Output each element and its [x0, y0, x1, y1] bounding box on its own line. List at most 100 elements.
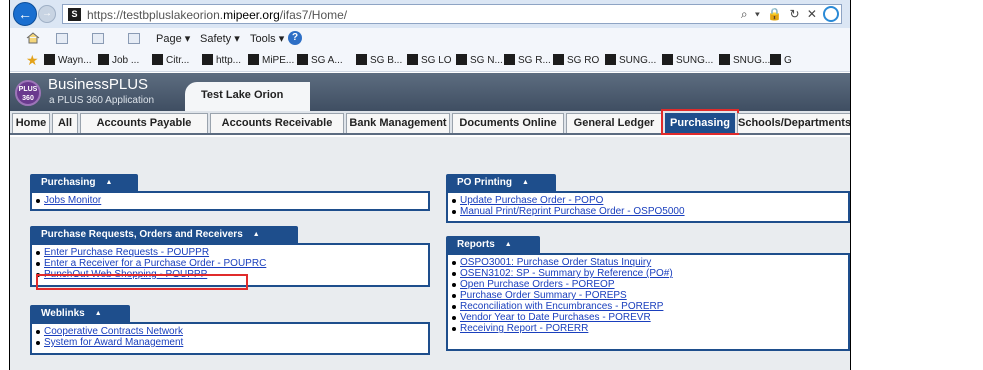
link-label: Enter a Receiver for a Purchase Order - …: [44, 258, 267, 269]
favorite-label: SG LO: [421, 55, 452, 66]
favorite-item[interactable]: SG R...: [504, 54, 551, 66]
help-icon[interactable]: ?: [288, 31, 302, 45]
link-label: Reconciliation with Encumbrances - PORER…: [460, 301, 664, 312]
link-label: Jobs Monitor: [44, 195, 102, 206]
link-label: System for Award Management: [44, 337, 184, 348]
favorite-label: Wayn...: [58, 55, 92, 66]
favorite-item[interactable]: SG RO: [553, 54, 599, 66]
favorite-item[interactable]: SUNG...: [605, 54, 656, 66]
favorite-label: SG RO: [567, 55, 600, 66]
favorite-item[interactable]: G: [770, 54, 792, 66]
tab-accounts-receivable[interactable]: Accounts Receivable: [210, 113, 344, 133]
mail-icon[interactable]: [92, 33, 104, 44]
bookmark-icon: [407, 54, 418, 65]
bookmark-icon: [719, 54, 730, 65]
link-item[interactable]: Receiving Report - PORERR: [451, 323, 588, 334]
bookmark-icon: [662, 54, 673, 65]
print-icon[interactable]: [128, 33, 140, 44]
link-item[interactable]: OSEN3102: SP - Summary by Reference (PO#…: [452, 268, 673, 279]
panel-header-requests[interactable]: Purchase Requests, Orders and Receivers ▲: [30, 226, 298, 243]
collapse-icon[interactable]: ▲: [253, 231, 260, 238]
favorite-item[interactable]: SUNG...: [662, 54, 713, 66]
bookmark-icon: [248, 54, 259, 65]
collapse-icon[interactable]: ▲: [505, 241, 512, 248]
favorite-item[interactable]: MiPE...: [248, 54, 294, 66]
link-label: Cooperative Contracts Network: [44, 326, 183, 337]
url-text: https://testbpluslakeorion.mipeer.org/if…: [87, 8, 348, 22]
link-label: Vendor Year to Date Purchases - POREVR: [460, 312, 651, 323]
favorite-item[interactable]: SG B...: [356, 54, 402, 66]
link-item[interactable]: Open Purchase Orders - POREOP: [452, 279, 615, 290]
site-tab: Test Lake Orion: [185, 82, 310, 111]
favorite-item[interactable]: SG A...: [297, 54, 343, 66]
favorite-label: SNUG...: [733, 55, 771, 66]
tab-accounts-payable[interactable]: Accounts Payable: [80, 113, 208, 133]
panel-header-weblinks[interactable]: Weblinks ▲: [30, 305, 130, 322]
favorite-item[interactable]: Citr...: [152, 54, 189, 66]
panel-header-purchasing[interactable]: Purchasing ▲: [30, 174, 138, 191]
favorite-item[interactable]: Wayn...: [44, 54, 92, 66]
tools-menu[interactable]: Tools ▾: [250, 32, 284, 45]
link-item[interactable]: Enter a Receiver for a Purchase Order - …: [35, 258, 267, 269]
link-item[interactable]: System for Award Management: [35, 337, 184, 348]
panel-title: Weblinks: [41, 308, 85, 319]
feeds-icon[interactable]: [56, 33, 68, 44]
favorite-item[interactable]: SNUG...: [719, 54, 770, 66]
app-name: BusinessPLUS: [48, 76, 149, 93]
favorite-label: MiPE...: [262, 55, 295, 66]
link-label: OSEN3102: SP - Summary by Reference (PO#…: [460, 268, 673, 279]
app-subtitle: a PLUS 360 Application: [49, 95, 155, 106]
link-label: Manual Print/Reprint Purchase Order - OS…: [460, 206, 685, 217]
back-arrow-icon[interactable]: ←: [13, 2, 37, 26]
home-icon[interactable]: [26, 32, 40, 44]
favorite-label: http...: [216, 55, 242, 66]
panel-header-po-printing[interactable]: PO Printing ▲: [446, 174, 556, 191]
favorites-bar: ★ Wayn... Job ... Citr... http... MiPE... SG …: [10, 50, 850, 72]
panel-title: Purchasing: [41, 177, 96, 188]
favorite-label: SUNG...: [676, 55, 714, 66]
link-item[interactable]: Cooperative Contracts Network: [36, 326, 183, 337]
tab-documents-online[interactable]: Documents Online: [452, 113, 564, 133]
bookmark-icon: [297, 54, 308, 65]
tab-general-ledger[interactable]: General Ledger: [566, 113, 662, 133]
link-item[interactable]: Vendor Year to Date Purchases - POREVR: [452, 312, 651, 323]
link-item[interactable]: Enter Purchase Requests - POUPPR: [35, 247, 209, 258]
favorites-star-icon[interactable]: ★: [26, 52, 39, 69]
address-actions-icon[interactable]: ⌕ ▾ 🔒 ↻ ✕: [741, 7, 819, 22]
site-name: Test Lake Orion: [201, 89, 284, 101]
collapse-icon[interactable]: ▲: [105, 179, 112, 186]
favorite-item[interactable]: SG LO: [407, 54, 452, 66]
bookmark-icon: [605, 54, 616, 65]
link-item[interactable]: Purchase Order Summary - POREPS: [452, 290, 627, 301]
collapse-icon[interactable]: ▲: [95, 310, 102, 317]
browser-window: ← → S https://testbpluslakeorion.mipeer.…: [9, 0, 851, 370]
favorite-label: SG B...: [370, 55, 403, 66]
link-label: Purchase Order Summary - POREPS: [460, 290, 627, 301]
panel-header-reports[interactable]: Reports ▲: [446, 236, 540, 253]
link-item[interactable]: Reconciliation with Encumbrances - PORER…: [451, 301, 664, 312]
bookmark-icon: [356, 54, 367, 65]
safety-menu[interactable]: Safety ▾: [200, 32, 240, 45]
favorite-item[interactable]: http...: [202, 54, 241, 66]
tab-home[interactable]: Home: [12, 113, 50, 133]
link-item[interactable]: Jobs Monitor: [35, 195, 102, 206]
tab-all[interactable]: All: [52, 113, 78, 133]
main-content: Purchasing ▲ Jobs Monitor Purchase Reques…: [10, 137, 850, 370]
link-item[interactable]: Manual Print/Reprint Purchase Order - OS…: [452, 206, 685, 217]
module-nav: Home All Accounts Payable Accounts Receivab…: [10, 109, 850, 135]
bookmark-icon: [553, 54, 564, 65]
ie-tab-icon[interactable]: [823, 6, 839, 22]
tab-schools-departments[interactable]: Schools/Departments: [737, 113, 850, 133]
favorite-item[interactable]: SG N...: [456, 54, 503, 66]
address-input[interactable]: S https://testbpluslakeorion.mipeer.org/…: [62, 4, 842, 24]
collapse-icon[interactable]: ▲: [522, 179, 529, 186]
panel-title: PO Printing: [457, 177, 512, 188]
link-item[interactable]: OSPO3001: Purchase Order Status Inquiry: [451, 257, 651, 268]
favorite-item[interactable]: Job ...: [98, 54, 139, 66]
tab-bank-management[interactable]: Bank Management: [346, 113, 450, 133]
link-item[interactable]: Update Purchase Order - POPO: [451, 195, 604, 206]
bookmark-icon: [504, 54, 515, 65]
page-menu[interactable]: Page ▾: [156, 32, 190, 45]
link-label: Update Purchase Order - POPO: [460, 195, 604, 206]
forward-arrow-icon[interactable]: →: [38, 5, 56, 23]
